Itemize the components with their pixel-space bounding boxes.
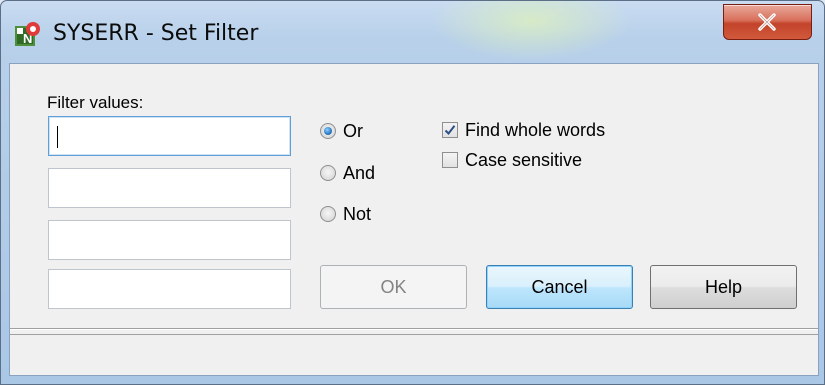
help-button[interactable]: Help	[650, 265, 797, 309]
close-button[interactable]	[723, 4, 812, 40]
checkbox-empty-icon	[442, 152, 458, 168]
find-whole-words-label: Find whole words	[465, 120, 606, 140]
window-title: SYSERR - Set Filter	[53, 21, 259, 46]
case-sensitive-label: Case sensitive	[465, 150, 583, 170]
filter-value-input-2[interactable]	[48, 168, 291, 208]
filter-values-label: Filter values:	[47, 93, 144, 112]
dialog-window: N SYSERR - Set Filter Filter values: Or …	[0, 0, 825, 385]
ok-button[interactable]: OK	[320, 265, 467, 309]
radio-selected-icon	[320, 123, 336, 139]
dialog-body: Filter values: Or And Not Find whole wor…	[9, 63, 819, 376]
radio-unselected-icon	[320, 165, 336, 181]
status-bar-divider	[10, 334, 818, 335]
filter-value-input-4[interactable]	[48, 269, 291, 309]
text-caret	[57, 126, 58, 148]
radio-unselected-icon	[320, 206, 336, 222]
radio-not-label: Not	[343, 204, 372, 224]
syserr-app-icon: N	[15, 22, 41, 48]
separator-line	[10, 328, 818, 330]
radio-or-label: Or	[343, 121, 363, 141]
checkmark-icon	[442, 122, 458, 138]
radio-and-label: And	[343, 163, 376, 183]
cancel-button[interactable]: Cancel	[486, 265, 633, 309]
filter-value-input-1[interactable]	[48, 116, 291, 156]
filter-value-input-3[interactable]	[48, 220, 291, 260]
title-bar[interactable]: N SYSERR - Set Filter	[1, 1, 824, 63]
